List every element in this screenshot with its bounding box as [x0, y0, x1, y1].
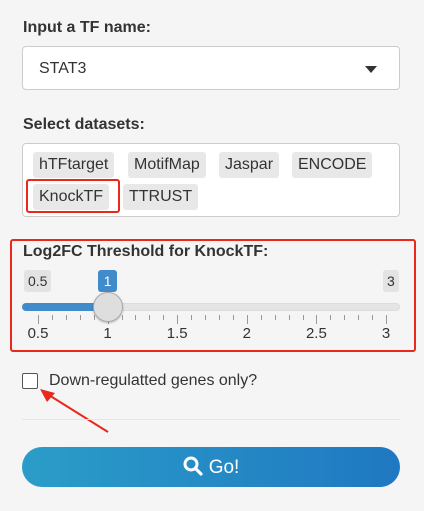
slider-minor-tick — [191, 315, 193, 320]
divider — [22, 419, 400, 420]
slider-minor-tick — [344, 315, 346, 320]
dataset-chip-encode[interactable]: ENCODE — [292, 152, 373, 178]
slider-handle[interactable] — [92, 292, 123, 322]
dataset-chip-ttrust[interactable]: TTRUST — [123, 184, 199, 210]
slider-value-badge: 1 — [98, 270, 118, 292]
slider-major-tick — [177, 315, 179, 324]
dataset-chip-htftarget[interactable]: hTFtarget — [33, 152, 115, 178]
slider-minor-tick — [302, 315, 304, 320]
slider-major-tick — [386, 315, 387, 324]
chevron-down-icon — [365, 66, 377, 73]
knocktf-highlight-box — [26, 179, 120, 213]
slider-minor-tick — [372, 315, 374, 320]
tf-name-label: Input a TF name: — [23, 19, 151, 36]
dataset-chip-jaspar[interactable]: Jaspar — [219, 152, 280, 178]
slider-minor-tick — [260, 315, 262, 320]
down-regulated-checkbox[interactable] — [22, 373, 38, 389]
tf-name-value: STAT3 — [39, 60, 87, 77]
datasets-label: Select datasets: — [23, 116, 145, 133]
go-label: Go! — [208, 457, 240, 478]
slider-minor-tick — [232, 315, 234, 320]
search-icon — [183, 456, 203, 476]
slider-major-tick — [246, 315, 248, 324]
slider-min-label: 0.5 — [24, 270, 52, 292]
slider-minor-tick — [79, 315, 81, 320]
slider-tick-label: 1 — [103, 325, 112, 342]
go-button[interactable]: Go! — [22, 447, 400, 487]
slider-major-tick — [316, 315, 318, 324]
slider-tick-label: 2 — [242, 325, 251, 342]
slider-minor-tick — [135, 315, 137, 320]
slider-minor-tick — [205, 315, 206, 320]
slider-tick-label: 3 — [381, 325, 391, 342]
slider-minor-tick — [149, 315, 151, 320]
slider-minor-tick — [121, 315, 123, 320]
slider-minor-tick — [288, 315, 290, 320]
slider-minor-tick — [274, 315, 276, 320]
slider-max-label: 3 — [383, 270, 399, 292]
slider-minor-tick — [65, 315, 67, 320]
slider-minor-tick — [330, 315, 332, 320]
threshold-label: Log2FC Threshold for KnockTF: — [23, 243, 269, 260]
slider-minor-tick — [163, 315, 165, 320]
slider-minor-tick — [93, 315, 95, 320]
tf-name-select[interactable]: STAT3 — [22, 46, 400, 90]
slider-tick-label: 1.5 — [166, 325, 188, 342]
slider-tick-label: 0.5 — [27, 325, 49, 342]
annotation-arrow-icon — [40, 389, 109, 433]
slider-minor-tick — [51, 315, 53, 320]
dataset-chip-motifmap[interactable]: MotifMap — [128, 152, 206, 178]
slider-minor-tick — [219, 315, 220, 320]
slider-major-tick — [38, 315, 39, 324]
slider-tick-label: 2.5 — [305, 325, 327, 342]
slider-minor-tick — [358, 315, 360, 320]
